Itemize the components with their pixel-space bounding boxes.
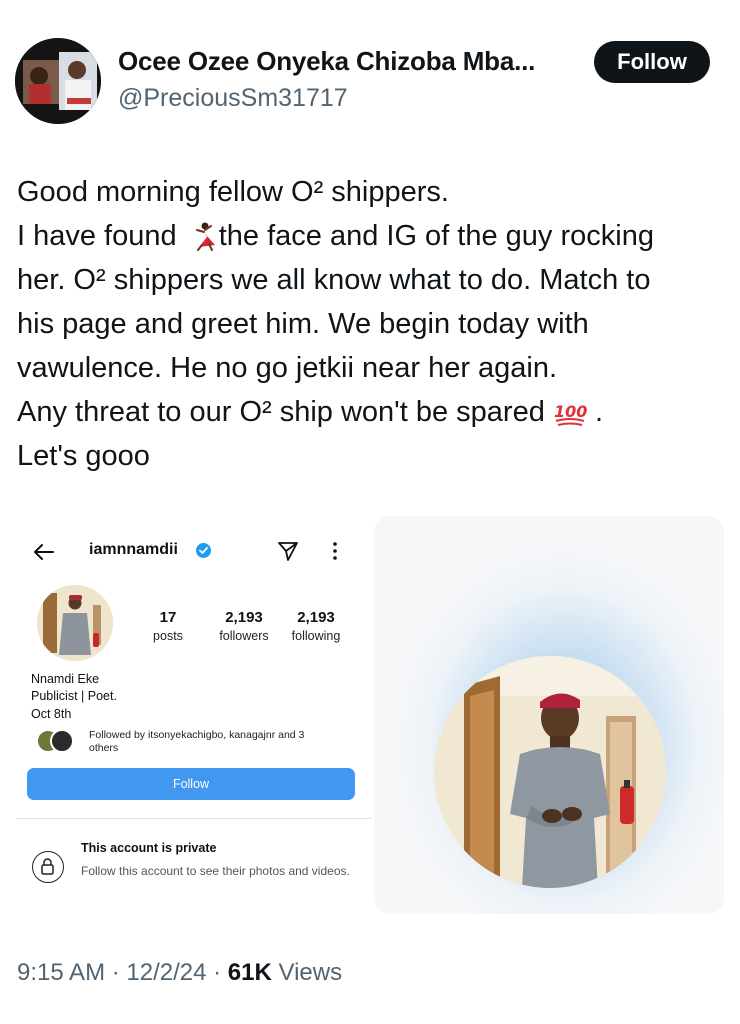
tweet-line-text: Any threat to our O² ship won't be spare…: [17, 396, 545, 428]
tweet-line: Let's gooo: [17, 434, 729, 478]
tweet-time[interactable]: 9:15 AM: [17, 959, 105, 986]
ig-followed-by: Followed by itsonyekachigbo, kanagajnr a…: [89, 729, 305, 754]
tweet-line: his page and greet him. We begin today w…: [17, 302, 729, 346]
ig-profile-picture: [37, 585, 113, 661]
tweet-text: Good morning fellow O² shippers. I have …: [17, 170, 729, 478]
ig-private-subtitle: Follow this account to see their photos …: [81, 864, 350, 878]
tweet-date[interactable]: 12/2/24: [126, 959, 206, 986]
ig-followers-label: followers: [219, 629, 269, 643]
instagram-screenshot[interactable]: iamnnamdii 17 posts 2,193 followers 2,19…: [16, 517, 372, 913]
ig-private-title: This account is private: [81, 841, 217, 855]
views-label: Views: [271, 959, 343, 986]
verified-badge-icon: [196, 543, 211, 558]
lock-icon: [32, 851, 64, 883]
ig-followers-stat: 2,193 followers: [209, 609, 279, 643]
send-icon: [278, 542, 298, 561]
tweet-line-text: I have found: [17, 220, 177, 252]
tweet-line-text: her. O² shippers we all know what to do.…: [17, 264, 651, 296]
ig-posts-count: 17: [159, 609, 177, 626]
author-avatar[interactable]: [15, 38, 101, 124]
tweet-line: Any threat to our O² ship won't be spare…: [17, 390, 729, 434]
ig-followers-count: 2,193: [225, 609, 263, 626]
author-handle[interactable]: @PreciousSm31717: [118, 84, 348, 113]
ig-following-stat: 2,193 following: [284, 609, 348, 643]
avatar-image: [15, 38, 101, 124]
back-arrow-icon: [34, 544, 54, 560]
follow-button[interactable]: Follow: [594, 41, 710, 83]
tweet-line: Good morning fellow O² shippers.: [17, 170, 729, 214]
profile-photo-image[interactable]: [374, 516, 724, 914]
tweet-meta: 9:15 AM · 12/2/24 · 61K Views: [17, 959, 342, 987]
ig-posts-label: posts: [153, 629, 183, 643]
ig-full-name: Nnamdi Eke: [31, 672, 100, 686]
tweet-line-text: Let's gooo: [17, 440, 150, 472]
tweet-line-text: .: [594, 396, 604, 428]
mutual-avatar: [50, 729, 74, 753]
ig-bio-date: Oct 8th: [31, 707, 72, 721]
views-count[interactable]: 61K: [228, 959, 272, 986]
ig-following-count: 2,193: [297, 609, 335, 626]
tweet-line: her. O² shippers we all know what to do.…: [17, 258, 729, 302]
ig-posts-stat: 17 posts: [146, 609, 190, 643]
more-options-icon: [333, 542, 337, 560]
meta-separator: ·: [206, 959, 228, 986]
mutual-followers-avatars: [36, 729, 82, 755]
tweet-line: I have found the face and IG of the guy …: [17, 214, 729, 258]
ig-follow-button: Follow: [27, 768, 355, 800]
ig-bio: Publicist | Poet.: [31, 689, 117, 703]
tweet-line-text: the face and IG of the guy rocking: [218, 220, 654, 252]
tweet-line-text: vawulence. He no go jetkii near her agai…: [17, 352, 558, 384]
hundred-points-emoji: 100: [553, 396, 587, 440]
tweet-line-text: his page and greet him. We begin today w…: [17, 308, 589, 340]
tweet-line: vawulence. He no go jetkii near her agai…: [17, 346, 729, 390]
ig-following-label: following: [291, 629, 341, 643]
ig-username: iamnnamdii: [89, 541, 178, 558]
circular-photo: [434, 656, 666, 888]
divider: [16, 818, 372, 819]
meta-separator: ·: [105, 959, 127, 986]
author-display-name[interactable]: Ocee Ozee Onyeka Chizoba Mba...: [118, 46, 535, 77]
tweet-line-text: Good morning fellow O² shippers.: [17, 176, 449, 208]
